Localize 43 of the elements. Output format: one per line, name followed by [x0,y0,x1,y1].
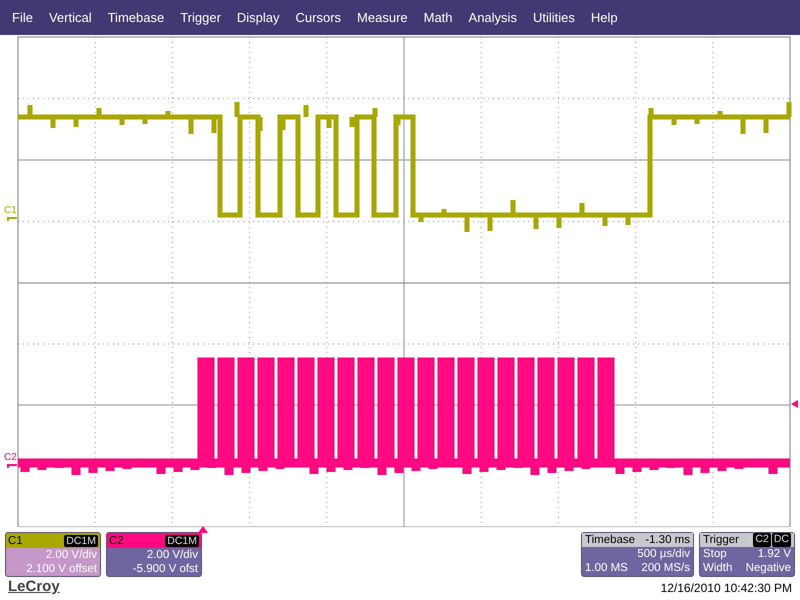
channel-panel[interactable]: C2 DC1M 2.00 V/div -5.900 V ofst [106,532,202,577]
timebase-panel[interactable]: Timebase -1.30 ms 500 µs/div 1.00 MS 200 MS/s [581,532,694,577]
offset-value: 2.100 V offset [25,562,98,576]
offset-value: -5.900 V ofst [132,562,199,576]
coupling-badge: DC1M [64,534,98,546]
menu-item[interactable]: Timebase [100,6,172,30]
channel-name: C1 [8,534,23,546]
menu-item[interactable]: Help [582,6,626,30]
menu-item[interactable]: Math [416,6,461,30]
coupling-badge: DC1M [165,534,199,546]
channel-name: C2 [109,534,124,546]
trigger-level-icon [791,400,798,408]
channel-panel[interactable]: C1 DC1M 2.00 V/div 2.100 V offset [5,532,101,577]
sample-rate: 200 MS/s [641,561,690,575]
menu-item[interactable]: Measure [349,6,416,30]
menu-item[interactable]: Trigger [172,6,229,30]
trigger-mode: Stop [703,547,727,561]
ground-level-icon [7,217,17,221]
volts-per-div: 2.00 V/div [146,548,199,562]
channel-marker-label: C1 [4,205,17,216]
menu-item[interactable]: Vertical [40,6,100,30]
channel-marker-label: C2 [4,452,17,463]
brand-logo: LeCroy [8,578,60,595]
menu-item[interactable]: Cursors [288,6,350,30]
trigger-panel[interactable]: Trigger C2 DC Stop 1.92 V Width Negative [699,532,795,577]
sample-count: 1.00 MS [585,561,628,575]
trigger-type: Width [703,561,732,575]
source-badge: C2 [753,533,771,547]
menu-item[interactable]: File [4,6,41,30]
time-per-div: 500 µs/div [637,547,690,561]
delay-value: -1.30 ms [645,533,690,547]
panel-title: Trigger [703,533,739,547]
menu-item[interactable]: Display [228,6,288,30]
menu-item[interactable]: Analysis [460,6,525,30]
timestamp: 12/16/2010 10:42:30 PM [660,581,792,595]
panel-title: Timebase [585,533,636,547]
coupling-badge: DC [772,533,791,547]
trigger-position-icon [198,526,208,533]
ground-level-icon [7,464,17,468]
trigger-level: 1.92 V [758,547,791,561]
volts-per-div: 2.00 V/div [44,548,98,562]
menu-item[interactable]: Utilities [524,6,583,30]
trigger-slope: Negative [746,561,791,575]
